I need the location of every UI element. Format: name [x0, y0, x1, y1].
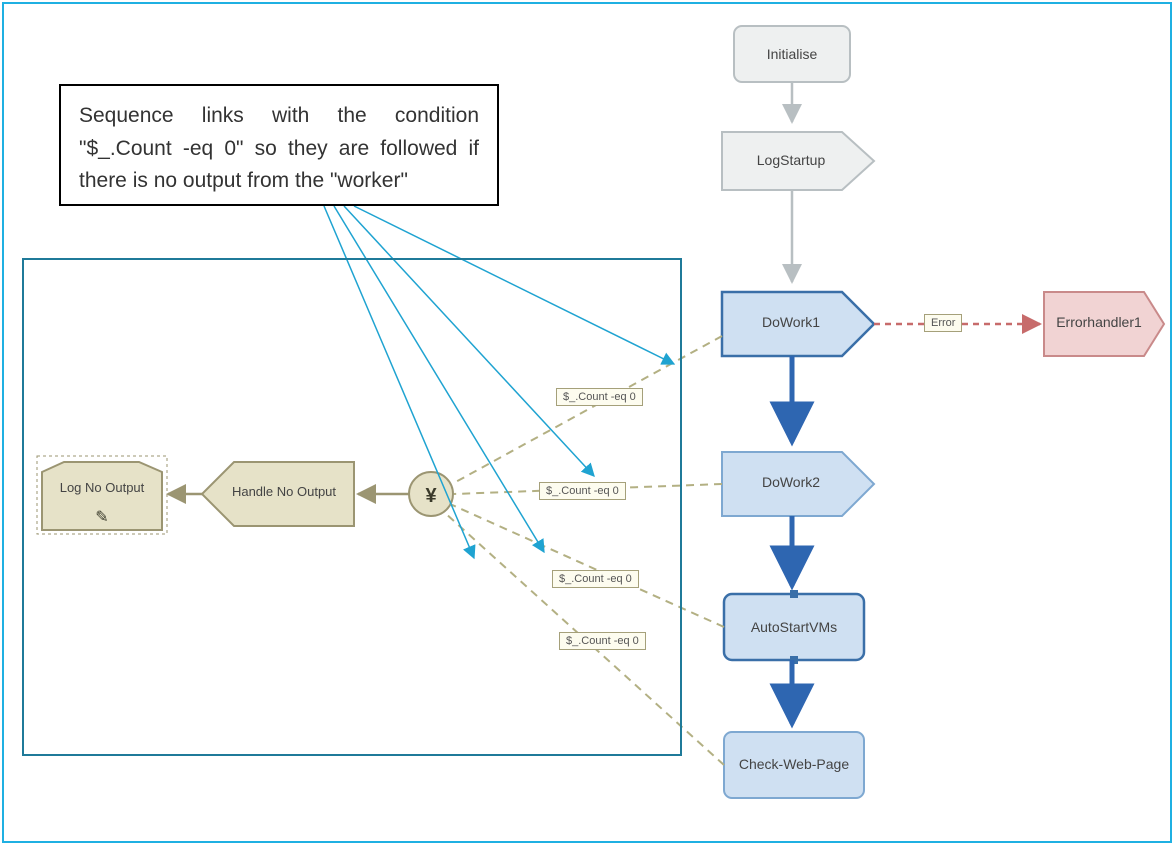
node-logstartup[interactable] [722, 132, 874, 190]
selection-rectangle [22, 258, 682, 756]
annotation-text: Sequence links with the condition "$_.Co… [79, 104, 479, 192]
annotation-box: Sequence links with the condition "$_.Co… [59, 84, 499, 206]
link-label-error: Error [924, 314, 962, 332]
node-checkwebpage[interactable] [724, 732, 864, 798]
node-dowork1[interactable] [722, 292, 874, 356]
diagram-frame: ¥ ✎ Initialise LogStartup DoWork1 DoWork… [2, 2, 1172, 843]
node-autostartvms[interactable] [724, 590, 864, 664]
node-dowork2[interactable] [722, 452, 874, 516]
node-initialise[interactable] [734, 26, 850, 82]
node-errorhandler1[interactable] [1044, 292, 1164, 356]
